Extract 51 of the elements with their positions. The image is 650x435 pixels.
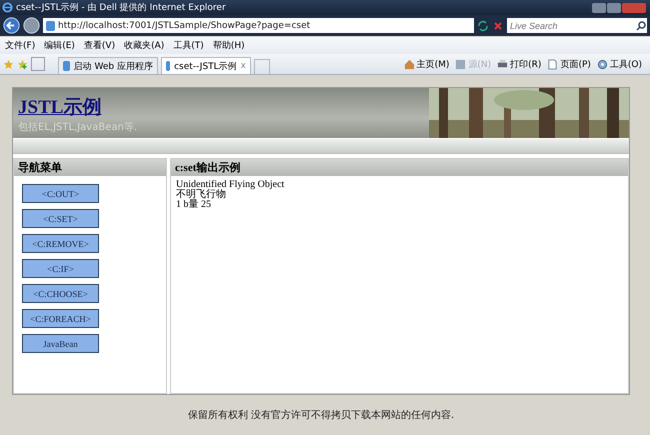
menu-item[interactable]: 工具(T) — [173, 39, 204, 52]
nav-button[interactable]: JavaBean — [22, 334, 99, 353]
command-button[interactable]: 主页(M) — [404, 58, 450, 70]
page-icon — [46, 20, 55, 30]
printer-icon — [497, 58, 508, 70]
panel-heading: 导航菜单 — [14, 159, 166, 176]
site-subtitle: 包括EL,JSTL,JavaBean等. — [18, 121, 138, 134]
browser-tab[interactable]: cset--JSTL示例 x — [161, 57, 251, 74]
menu-item[interactable]: 帮助(H) — [212, 39, 245, 52]
back-button[interactable] — [3, 17, 20, 34]
star-icon[interactable] — [3, 58, 14, 70]
nav-button[interactable]: <C:CHOOSE> — [22, 284, 99, 303]
page-icon — [547, 58, 558, 70]
menu-item[interactable]: 文件(F) — [5, 39, 36, 52]
menu-item[interactable]: 查看(V) — [84, 39, 116, 52]
panel-heading: c:set输出示例 — [171, 159, 628, 176]
forward-button[interactable] — [23, 17, 40, 34]
nav-button[interactable]: <C:REMOVE> — [22, 234, 99, 253]
search-icon[interactable] — [635, 20, 647, 32]
close-tab-button[interactable]: x — [240, 61, 246, 71]
menu-item[interactable]: 收藏夹(A) — [124, 39, 164, 52]
feed-icon — [455, 58, 466, 70]
minimize-button[interactable] — [592, 2, 606, 12]
quick-tabs-icon[interactable] — [31, 57, 45, 71]
nav-button[interactable]: <C:FOREACH> — [22, 309, 99, 328]
page-icon — [166, 61, 170, 71]
search-box[interactable]: Live Search — [507, 18, 647, 33]
maximize-button[interactable] — [607, 2, 621, 12]
stop-icon[interactable] — [492, 20, 504, 32]
site-title: JSTL示例 — [18, 96, 102, 120]
refresh-icon[interactable] — [477, 20, 489, 32]
browser-tab[interactable]: 启动 Web 应用程序 — [58, 57, 158, 74]
output-line: 1 b量 25 — [176, 200, 212, 210]
browser-logo-icon — [2, 2, 13, 13]
settings-icon — [596, 58, 608, 70]
footer-text: 保留所有权利 没有官方许可不得拷贝下载本网站的任何内容. — [188, 408, 454, 422]
output-line: 不明飞行物 — [176, 190, 227, 200]
window-title: cset--JSTL示例 - 由 Dell 提供的 Internet Explorer — [16, 2, 227, 14]
command-button[interactable]: 页面(P) — [547, 58, 591, 70]
output-line: Unidentified Flying Object — [176, 180, 286, 190]
page-icon — [63, 61, 70, 71]
close-button[interactable] — [622, 2, 646, 12]
nav-button[interactable]: <C:IF> — [22, 259, 99, 278]
nav-button[interactable]: <C:OUT> — [22, 184, 99, 203]
add-favorite-icon[interactable] — [17, 58, 28, 70]
menu-item[interactable]: 编辑(E) — [44, 39, 75, 52]
command-button[interactable]: 工具(O) — [596, 58, 642, 70]
home-icon — [404, 58, 415, 70]
nav-button[interactable]: <C:SET> — [22, 209, 99, 228]
command-button[interactable]: 打印(R) — [497, 58, 542, 70]
address-field[interactable]: http://localhost:7001/JSTLSample/ShowPage?page=cset — [43, 18, 474, 33]
